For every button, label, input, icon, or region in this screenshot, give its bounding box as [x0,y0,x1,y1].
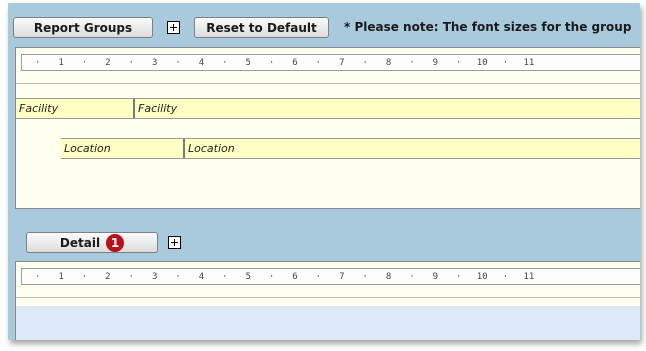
ruler-mark: · [315,271,322,282]
ruler-mark: 6 [292,271,298,282]
ruler-mark: · [456,271,462,282]
callout-badge: 1 [106,233,125,252]
ruler-mark: · [362,57,368,68]
facility-group-band: Facility Facility [16,98,640,119]
ruler-mark: · [362,271,368,282]
ruler-mark: · [409,271,415,282]
horizontal-ruler: · 1 · 2 · 3 · 4 · 5 · 6 · 7 · 8 · 9 · 10 · 11 [21,54,640,71]
ruler-mark: · [81,57,88,68]
add-detail-plus-icon[interactable] [168,236,181,249]
ruler-mark: 6 [292,57,298,68]
ruler-mark: 2 [105,57,111,68]
ruler-mark: 11 [523,57,535,68]
ruler-mark: · [175,271,181,282]
ruler-mark: · [34,57,41,68]
ruler-mark: 7 [339,271,345,282]
ruler-mark: 10 [476,271,488,282]
add-group-plus-icon[interactable] [167,21,180,34]
ruler-mark: 9 [432,271,439,282]
report-groups-button[interactable]: Report Groups [13,17,153,38]
ruler-mark: 8 [385,271,392,282]
ruler-mark: · [128,271,134,282]
ruler-mark: · [81,271,88,282]
ruler-mark: 5 [245,271,251,282]
ruler-mark: · [268,57,275,68]
location-group-band: Location Location [61,138,640,159]
divider [16,83,640,84]
ruler-mark: 8 [385,57,392,68]
ruler-mark: · [502,271,509,282]
ruler-mark: 3 [151,271,158,282]
ruler-mark: · [268,271,275,282]
ruler-mark: 3 [151,57,158,68]
facility-value-field[interactable]: Facility [133,99,640,118]
group-header-panel: · 1 · 2 · 3 · 4 · 5 · 6 · 7 · 8 · 9 · 10 · 11 Facility Facili… [15,47,640,209]
ruler-mark: 11 [523,271,535,282]
detail-body [16,306,640,340]
ruler-mark: 5 [245,57,251,68]
ruler-mark: 2 [105,271,111,282]
ruler-mark: 7 [339,57,345,68]
report-designer: Report Groups Reset to Default * Please … [8,3,640,340]
detail-label: Detail [59,235,101,250]
detail-button[interactable]: Detail 1 [26,232,158,253]
ruler-mark: 4 [198,57,205,68]
location-label-field[interactable]: Location [61,139,183,158]
ruler-mark: · [502,57,509,68]
ruler-mark: 1 [58,271,64,282]
horizontal-ruler: · 1 · 2 · 3 · 4 · 5 · 6 · 7 · 8 · 9 · 10 · 11 [21,268,640,285]
font-size-note: * Please note: The font sizes for the gr… [344,20,632,34]
ruler-mark: · [315,57,322,68]
ruler-mark: 10 [476,57,488,68]
ruler-mark: · [222,57,228,68]
ruler-mark: · [222,271,228,282]
ruler-mark: · [175,57,181,68]
ruler-mark: 1 [58,57,64,68]
facility-label-field[interactable]: Facility [16,99,133,118]
ruler-mark: · [409,57,415,68]
reset-to-default-button[interactable]: Reset to Default [194,17,329,38]
location-value-field[interactable]: Location [183,139,640,158]
ruler-mark: 9 [432,57,439,68]
ruler-mark: · [128,57,134,68]
ruler-mark: 4 [198,271,205,282]
divider [16,297,640,298]
ruler-mark: · [456,57,462,68]
detail-panel: · 1 · 2 · 3 · 4 · 5 · 6 · 7 · 8 · 9 · 10 · 11 [15,261,640,340]
ruler-mark: · [34,271,41,282]
